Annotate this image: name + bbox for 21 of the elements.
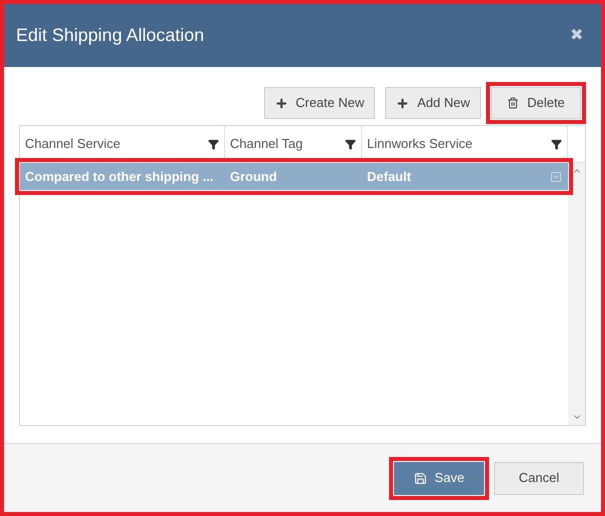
delete-button[interactable]: Delete — [491, 87, 581, 119]
filter-icon — [551, 138, 562, 150]
cancel-button[interactable]: Cancel — [494, 462, 584, 494]
column-header[interactable]: Channel Service — [20, 126, 225, 162]
filter-icon — [345, 138, 356, 150]
save-button[interactable]: Save — [394, 462, 484, 494]
close-button[interactable]: ✖ — [570, 24, 589, 48]
filter-icon — [208, 138, 219, 150]
table-cell-text: Default — [366, 168, 412, 186]
trash-icon — [507, 97, 520, 109]
window-title: Edit Shipping Allocation — [16, 24, 204, 47]
column-header[interactable]: Linnworks Service — [362, 126, 568, 162]
toolbar-button[interactable]: Create New — [264, 87, 376, 119]
column-header[interactable]: Channel Tag — [225, 126, 362, 162]
dropdown-icon — [550, 170, 562, 182]
plus-icon — [396, 96, 410, 110]
table-cell-text: Ground — [229, 168, 278, 186]
toolbar-button[interactable]: Add New — [385, 87, 481, 119]
table-cell-text: Compared to other shipping ... — [24, 168, 214, 186]
save-icon — [414, 472, 427, 484]
plus-icon — [274, 96, 288, 110]
